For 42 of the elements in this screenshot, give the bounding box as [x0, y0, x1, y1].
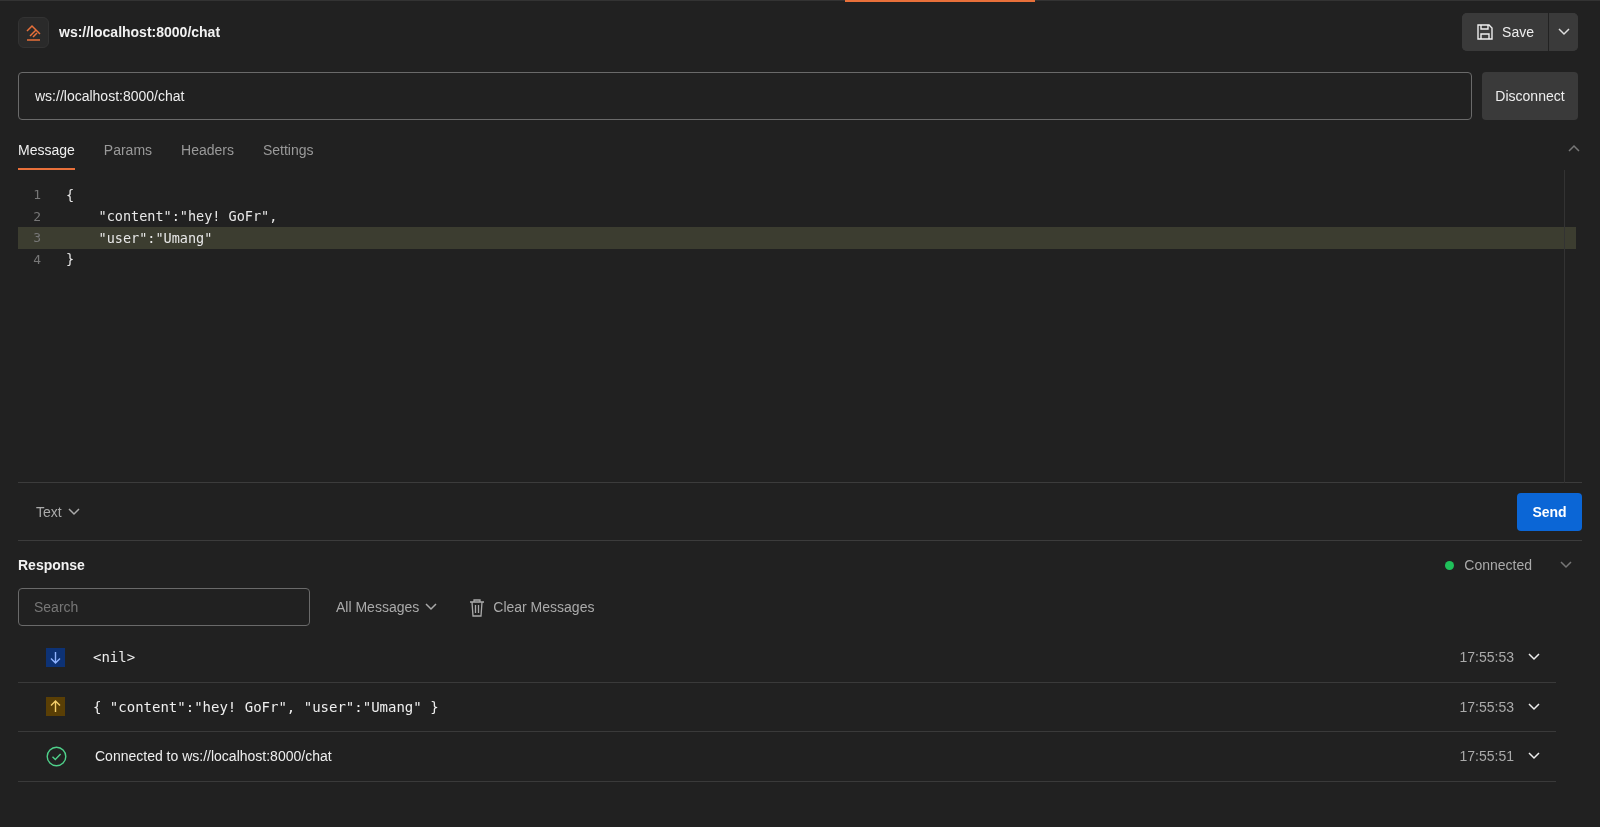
tab[interactable]: Settings	[262, 142, 314, 170]
disconnect-button[interactable]: Disconnect	[1482, 72, 1578, 120]
collapse-icon	[1568, 144, 1580, 152]
line-number: 2	[32, 208, 42, 224]
clear-messages-button[interactable]: Clear Messages	[463, 596, 601, 618]
send-button[interactable]: Send	[1517, 492, 1582, 531]
url-field[interactable]: ws://localhost:8000/chat	[18, 72, 1472, 120]
request-title: ws://localhost:8000/chat	[59, 24, 221, 40]
code-line: {	[66, 186, 75, 203]
save-button[interactable]: Save	[1462, 13, 1549, 51]
arrow-down-icon	[46, 647, 65, 667]
message-time: 17:55:51	[1459, 748, 1514, 765]
message-filter-dropdown[interactable]: All Messages	[330, 598, 444, 616]
tab[interactable]: Message	[18, 142, 75, 170]
connection-status: Connected	[1464, 557, 1532, 573]
code-line: "user":"Umang"	[97, 229, 213, 246]
code-line: }	[66, 251, 75, 268]
chevron-down-icon	[1528, 702, 1540, 711]
search-field[interactable]: Search	[18, 588, 310, 626]
code-line: "content":"hey! GoFr",	[97, 208, 278, 225]
chevron-down-icon	[425, 603, 438, 611]
check-circle-icon	[46, 745, 67, 767]
message-text: Connected to ws://localhost:8000/chat	[95, 748, 333, 765]
message-time: 17:55:53	[1459, 649, 1514, 666]
message-text: { "content":"hey! GoFr", "user":"Umang" }	[93, 698, 440, 715]
response-title: Response	[18, 557, 85, 573]
line-number: 4	[32, 251, 42, 267]
websocket-logo-icon	[18, 16, 49, 48]
message-text: <nil>	[93, 649, 137, 666]
chevron-down-icon	[1557, 28, 1570, 36]
arrow-up-icon	[46, 697, 65, 717]
line-number: 3	[32, 230, 42, 246]
chevron-down-icon	[1528, 653, 1540, 662]
chevron-down-icon	[1560, 561, 1572, 569]
message-time: 17:55:53	[1459, 698, 1514, 715]
tab[interactable]: Params	[103, 142, 153, 170]
tab[interactable]: Headers	[181, 142, 234, 170]
trash-icon	[469, 597, 486, 617]
chevron-down-icon	[67, 507, 80, 516]
line-number: 1	[32, 187, 42, 203]
chevron-down-icon	[1528, 752, 1540, 761]
format-dropdown[interactable]: Text	[30, 502, 86, 521]
